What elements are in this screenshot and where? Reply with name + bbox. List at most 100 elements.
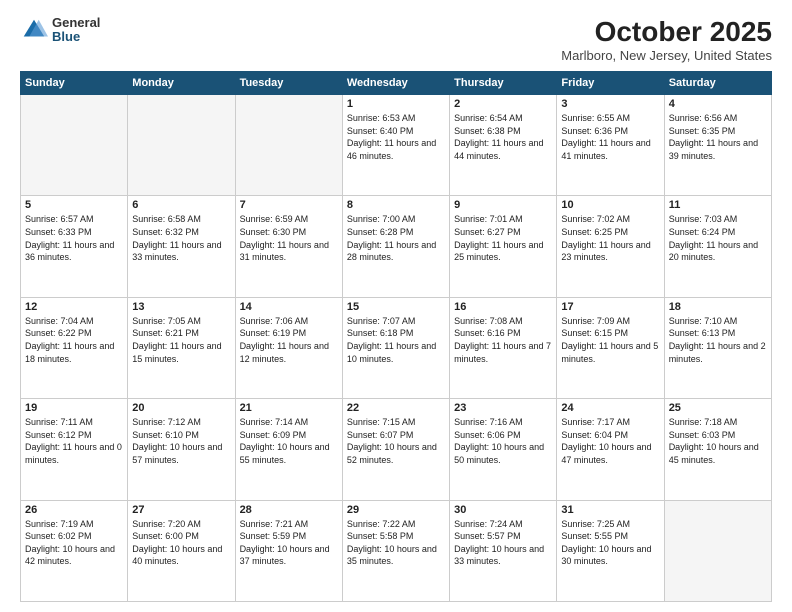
logo-text: General Blue xyxy=(52,16,100,45)
day-number: 24 xyxy=(561,402,659,414)
logo-general-text: General xyxy=(52,16,100,30)
day-info: Sunrise: 7:10 AM Sunset: 6:13 PM Dayligh… xyxy=(669,315,767,365)
day-info: Sunrise: 7:02 AM Sunset: 6:25 PM Dayligh… xyxy=(561,213,659,263)
table-row: 20 Sunrise: 7:12 AM Sunset: 6:10 PM Dayli… xyxy=(128,399,235,500)
day-number: 16 xyxy=(454,301,552,313)
table-row: 8 Sunrise: 7:00 AM Sunset: 6:28 PM Daylig… xyxy=(342,196,449,297)
page: General Blue October 2025 Marlboro, New … xyxy=(0,0,792,612)
day-number: 11 xyxy=(669,199,767,211)
table-row xyxy=(128,95,235,196)
day-info: Sunrise: 7:18 AM Sunset: 6:03 PM Dayligh… xyxy=(669,416,767,466)
day-number: 25 xyxy=(669,402,767,414)
day-number: 5 xyxy=(25,199,123,211)
day-number: 27 xyxy=(132,504,230,516)
header-friday: Friday xyxy=(557,72,664,95)
table-row: 10Sunrise: 7:02 AM Sunset: 6:25 PM Dayli… xyxy=(557,196,664,297)
header-monday: Monday xyxy=(128,72,235,95)
day-number: 13 xyxy=(132,301,230,313)
calendar-week-row: 26Sunrise: 7:19 AM Sunset: 6:02 PM Dayli… xyxy=(21,500,772,601)
table-row: 11 Sunrise: 7:03 AM Sunset: 6:24 PM Dayli… xyxy=(664,196,771,297)
day-number: 28 xyxy=(240,504,338,516)
day-info: Sunrise: 7:12 AM Sunset: 6:10 PM Dayligh… xyxy=(132,416,230,466)
day-number: 30 xyxy=(454,504,552,516)
table-row: 3Sunrise: 6:55 AM Sunset: 6:36 PM Daylig… xyxy=(557,95,664,196)
table-row xyxy=(235,95,342,196)
header-wednesday: Wednesday xyxy=(342,72,449,95)
day-info: Sunrise: 7:21 AM Sunset: 5:59 PM Dayligh… xyxy=(240,518,338,568)
day-number: 2 xyxy=(454,98,552,110)
table-row: 13 Sunrise: 7:05 AM Sunset: 6:21 PM Dayli… xyxy=(128,297,235,398)
day-number: 22 xyxy=(347,402,445,414)
table-row: 30Sunrise: 7:24 AM Sunset: 5:57 PM Dayli… xyxy=(450,500,557,601)
header-tuesday: Tuesday xyxy=(235,72,342,95)
table-row: 4 Sunrise: 6:56 AM Sunset: 6:35 PM Daylig… xyxy=(664,95,771,196)
calendar-table: Sunday Monday Tuesday Wednesday Thursday… xyxy=(20,71,772,602)
table-row: 17Sunrise: 7:09 AM Sunset: 6:15 PM Dayli… xyxy=(557,297,664,398)
header: General Blue October 2025 Marlboro, New … xyxy=(20,16,772,63)
day-number: 23 xyxy=(454,402,552,414)
day-number: 31 xyxy=(561,504,659,516)
day-number: 4 xyxy=(669,98,767,110)
table-row: 24 Sunrise: 7:17 AM Sunset: 6:04 PM Dayli… xyxy=(557,399,664,500)
logo-icon xyxy=(20,16,48,44)
day-info: Sunrise: 7:01 AM Sunset: 6:27 PM Dayligh… xyxy=(454,213,552,263)
day-info: Sunrise: 7:07 AM Sunset: 6:18 PM Dayligh… xyxy=(347,315,445,365)
calendar-week-row: 19 Sunrise: 7:11 AM Sunset: 6:12 PM Dayli… xyxy=(21,399,772,500)
day-info: Sunrise: 7:03 AM Sunset: 6:24 PM Dayligh… xyxy=(669,213,767,263)
table-row: 27 Sunrise: 7:20 AM Sunset: 6:00 PM Dayli… xyxy=(128,500,235,601)
logo-blue-text: Blue xyxy=(52,30,100,44)
header-sunday: Sunday xyxy=(21,72,128,95)
table-row: 19 Sunrise: 7:11 AM Sunset: 6:12 PM Dayli… xyxy=(21,399,128,500)
day-info: Sunrise: 7:05 AM Sunset: 6:21 PM Dayligh… xyxy=(132,315,230,365)
table-row: 21Sunrise: 7:14 AM Sunset: 6:09 PM Dayli… xyxy=(235,399,342,500)
table-row: 6Sunrise: 6:58 AM Sunset: 6:32 PM Daylig… xyxy=(128,196,235,297)
day-number: 12 xyxy=(25,301,123,313)
table-row: 1 Sunrise: 6:53 AM Sunset: 6:40 PM Daylig… xyxy=(342,95,449,196)
day-number: 17 xyxy=(561,301,659,313)
day-info: Sunrise: 7:25 AM Sunset: 5:55 PM Dayligh… xyxy=(561,518,659,568)
table-row: 26Sunrise: 7:19 AM Sunset: 6:02 PM Dayli… xyxy=(21,500,128,601)
calendar-week-row: 12 Sunrise: 7:04 AM Sunset: 6:22 PM Dayli… xyxy=(21,297,772,398)
location: Marlboro, New Jersey, United States xyxy=(561,48,772,63)
day-info: Sunrise: 7:15 AM Sunset: 6:07 PM Dayligh… xyxy=(347,416,445,466)
table-row xyxy=(664,500,771,601)
day-number: 7 xyxy=(240,199,338,211)
day-info: Sunrise: 7:20 AM Sunset: 6:00 PM Dayligh… xyxy=(132,518,230,568)
calendar-week-row: 1 Sunrise: 6:53 AM Sunset: 6:40 PM Daylig… xyxy=(21,95,772,196)
day-number: 9 xyxy=(454,199,552,211)
logo: General Blue xyxy=(20,16,100,45)
day-info: Sunrise: 6:55 AM Sunset: 6:36 PM Dayligh… xyxy=(561,112,659,162)
day-info: Sunrise: 6:57 AM Sunset: 6:33 PM Dayligh… xyxy=(25,213,123,263)
table-row: 18 Sunrise: 7:10 AM Sunset: 6:13 PM Dayli… xyxy=(664,297,771,398)
day-info: Sunrise: 6:59 AM Sunset: 6:30 PM Dayligh… xyxy=(240,213,338,263)
header-saturday: Saturday xyxy=(664,72,771,95)
day-number: 18 xyxy=(669,301,767,313)
day-number: 29 xyxy=(347,504,445,516)
day-info: Sunrise: 7:06 AM Sunset: 6:19 PM Dayligh… xyxy=(240,315,338,365)
day-number: 14 xyxy=(240,301,338,313)
day-info: Sunrise: 7:00 AM Sunset: 6:28 PM Dayligh… xyxy=(347,213,445,263)
table-row: 15Sunrise: 7:07 AM Sunset: 6:18 PM Dayli… xyxy=(342,297,449,398)
title-block: October 2025 Marlboro, New Jersey, Unite… xyxy=(561,16,772,63)
day-info: Sunrise: 6:54 AM Sunset: 6:38 PM Dayligh… xyxy=(454,112,552,162)
day-info: Sunrise: 7:08 AM Sunset: 6:16 PM Dayligh… xyxy=(454,315,552,365)
day-number: 19 xyxy=(25,402,123,414)
table-row: 14 Sunrise: 7:06 AM Sunset: 6:19 PM Dayli… xyxy=(235,297,342,398)
table-row: 25 Sunrise: 7:18 AM Sunset: 6:03 PM Dayli… xyxy=(664,399,771,500)
table-row: 28 Sunrise: 7:21 AM Sunset: 5:59 PM Dayli… xyxy=(235,500,342,601)
table-row: 12 Sunrise: 7:04 AM Sunset: 6:22 PM Dayli… xyxy=(21,297,128,398)
day-number: 26 xyxy=(25,504,123,516)
day-number: 8 xyxy=(347,199,445,211)
day-info: Sunrise: 7:17 AM Sunset: 6:04 PM Dayligh… xyxy=(561,416,659,466)
day-info: Sunrise: 7:04 AM Sunset: 6:22 PM Dayligh… xyxy=(25,315,123,365)
table-row: 5 Sunrise: 6:57 AM Sunset: 6:33 PM Daylig… xyxy=(21,196,128,297)
day-number: 1 xyxy=(347,98,445,110)
table-row: 31 Sunrise: 7:25 AM Sunset: 5:55 PM Dayli… xyxy=(557,500,664,601)
calendar-week-row: 5 Sunrise: 6:57 AM Sunset: 6:33 PM Daylig… xyxy=(21,196,772,297)
day-info: Sunrise: 6:53 AM Sunset: 6:40 PM Dayligh… xyxy=(347,112,445,162)
day-number: 20 xyxy=(132,402,230,414)
day-info: Sunrise: 6:56 AM Sunset: 6:35 PM Dayligh… xyxy=(669,112,767,162)
table-row: 16 Sunrise: 7:08 AM Sunset: 6:16 PM Dayli… xyxy=(450,297,557,398)
day-number: 21 xyxy=(240,402,338,414)
day-info: Sunrise: 7:11 AM Sunset: 6:12 PM Dayligh… xyxy=(25,416,123,466)
